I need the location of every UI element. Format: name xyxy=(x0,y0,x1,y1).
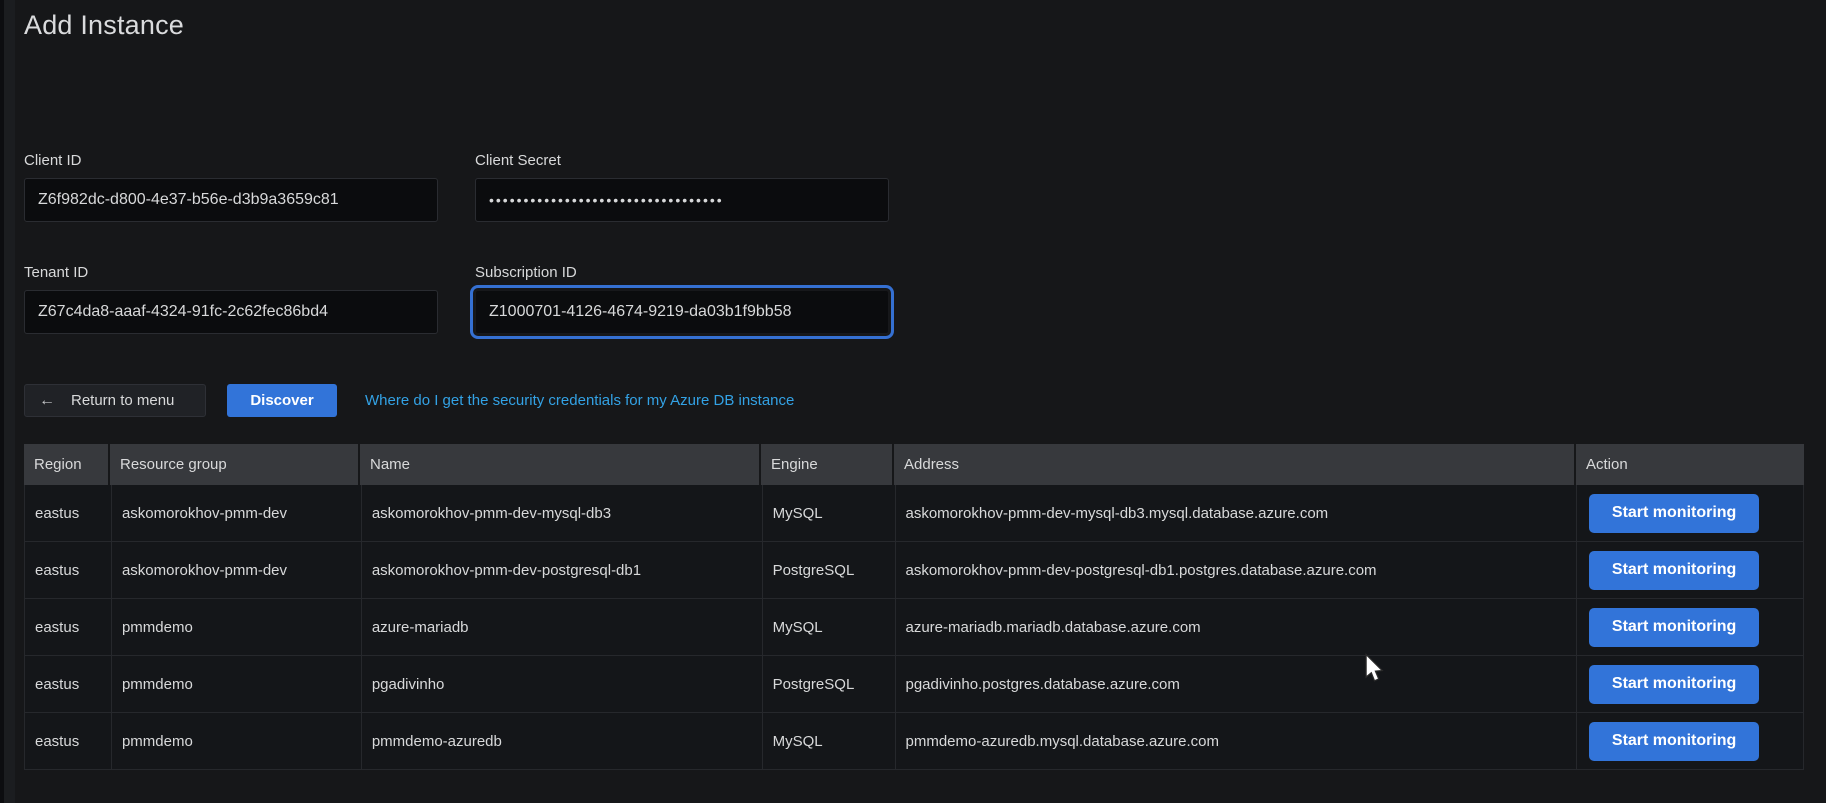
cell-name: askomorokhov-pmm-dev-postgresql-db1 xyxy=(362,542,763,598)
column-header-region: Region xyxy=(24,444,110,485)
tenant-id-input[interactable] xyxy=(24,290,438,334)
column-header-engine: Engine xyxy=(761,444,894,485)
cell-region: eastus xyxy=(25,713,112,769)
cell-action: Start monitoring xyxy=(1577,656,1804,712)
subscription-id-field: Subscription ID xyxy=(470,264,894,339)
client-id-field: Client ID xyxy=(24,152,438,222)
subscription-id-input[interactable] xyxy=(470,285,894,339)
start-monitoring-button[interactable]: Start monitoring xyxy=(1589,607,1760,647)
start-monitoring-button[interactable]: Start monitoring xyxy=(1589,664,1760,704)
client-secret-input[interactable] xyxy=(475,178,889,222)
client-secret-label: Client Secret xyxy=(475,152,561,169)
column-header-action: Action xyxy=(1586,456,1628,473)
cell-engine: MySQL xyxy=(763,599,896,655)
cell-resource-group: askomorokhov-pmm-dev xyxy=(112,485,362,541)
page-title: Add Instance xyxy=(24,10,185,40)
instances-table: Region Resource group Name Engine Addres… xyxy=(24,444,1804,770)
cell-engine: MySQL xyxy=(763,713,896,769)
column-header-address: Address xyxy=(894,444,1576,485)
return-to-menu-label: Return to menu xyxy=(71,392,175,409)
cell-action: Start monitoring xyxy=(1577,713,1804,769)
table-row: eastus pmmdemo azure-mariadb MySQL azure… xyxy=(25,599,1804,656)
cell-resource-group: askomorokhov-pmm-dev xyxy=(112,542,362,598)
client-secret-field: Client Secret xyxy=(475,152,889,222)
tenant-id-field: Tenant ID xyxy=(24,264,438,334)
cell-action: Start monitoring xyxy=(1577,599,1804,655)
start-monitoring-button[interactable]: Start monitoring xyxy=(1589,493,1760,533)
cell-engine: PostgreSQL xyxy=(763,656,896,712)
cell-region: eastus xyxy=(25,599,112,655)
table-row: eastus pmmdemo pmmdemo-azuredb MySQL pmm… xyxy=(25,713,1804,770)
cell-name: pgadivinho xyxy=(362,656,763,712)
cell-engine: PostgreSQL xyxy=(763,542,896,598)
cell-address: pgadivinho.postgres.database.azure.com xyxy=(896,656,1578,712)
arrow-left-icon: ← xyxy=(39,391,55,409)
table-row: eastus pmmdemo pgadivinho PostgreSQL pga… xyxy=(25,656,1804,713)
cell-address: askomorokhov-pmm-dev-mysql-db3.mysql.dat… xyxy=(896,485,1578,541)
cell-address: askomorokhov-pmm-dev-postgresql-db1.post… xyxy=(896,542,1578,598)
cell-resource-group: pmmdemo xyxy=(112,599,362,655)
column-header-name: Name xyxy=(360,444,761,485)
cell-action: Start monitoring xyxy=(1577,542,1804,598)
cell-engine: MySQL xyxy=(763,485,896,541)
table-header-row: Region Resource group Name Engine Addres… xyxy=(24,444,1804,485)
cell-region: eastus xyxy=(25,485,112,541)
form-actions-row: ← Return to menu Discover Where do I get… xyxy=(24,384,794,417)
cell-name: askomorokhov-pmm-dev-mysql-db3 xyxy=(362,485,763,541)
table-row: eastus askomorokhov-pmm-dev askomorokhov… xyxy=(25,542,1804,599)
column-header-resource-group: Resource group xyxy=(110,444,360,485)
cell-action: Start monitoring xyxy=(1577,485,1804,541)
cell-resource-group: pmmdemo xyxy=(112,713,362,769)
cell-address: azure-mariadb.mariadb.database.azure.com xyxy=(896,599,1578,655)
cell-name: pmmdemo-azuredb xyxy=(362,713,763,769)
return-to-menu-button[interactable]: ← Return to menu xyxy=(24,384,206,417)
subscription-id-label: Subscription ID xyxy=(475,264,577,281)
cell-region: eastus xyxy=(25,542,112,598)
security-credentials-help-link[interactable]: Where do I get the security credentials … xyxy=(365,392,794,409)
client-id-label: Client ID xyxy=(24,152,82,169)
start-monitoring-button[interactable]: Start monitoring xyxy=(1589,721,1760,761)
tenant-id-label: Tenant ID xyxy=(24,264,89,281)
cell-resource-group: pmmdemo xyxy=(112,656,362,712)
table-row: eastus askomorokhov-pmm-dev askomorokhov… xyxy=(25,485,1804,542)
table-body: eastus askomorokhov-pmm-dev askomorokhov… xyxy=(24,485,1804,770)
cell-region: eastus xyxy=(25,656,112,712)
left-edge-strip xyxy=(4,0,15,803)
cell-name: azure-mariadb xyxy=(362,599,763,655)
client-id-input[interactable] xyxy=(24,178,438,222)
discover-button[interactable]: Discover xyxy=(227,384,337,417)
start-monitoring-button[interactable]: Start monitoring xyxy=(1589,550,1760,590)
cell-address: pmmdemo-azuredb.mysql.database.azure.com xyxy=(896,713,1578,769)
